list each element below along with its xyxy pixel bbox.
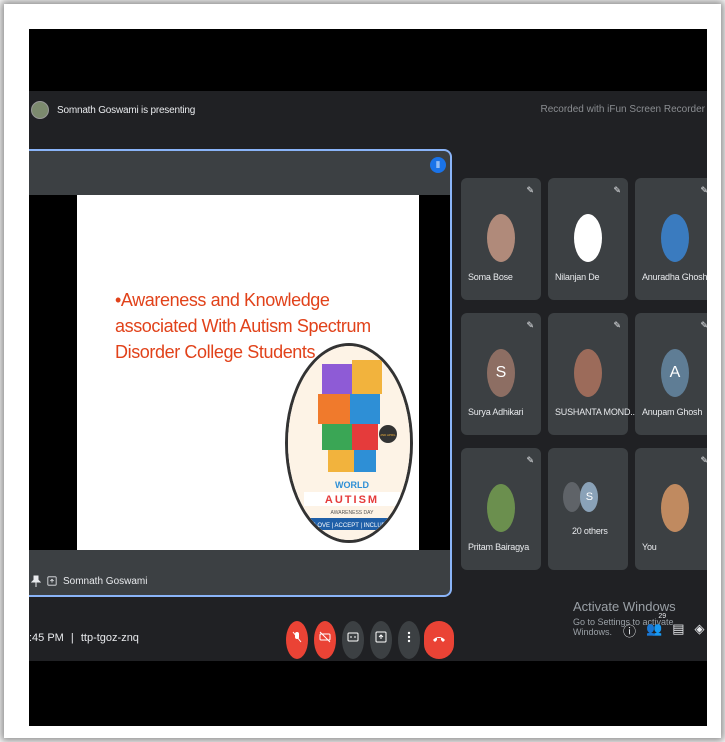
presenter-avatar bbox=[31, 101, 49, 119]
autism-day-logo: WORLD AUTISM AWARENESS DAY LOVE | ACCEPT… bbox=[285, 343, 413, 543]
shared-screen: •Awareness and Knowledge associated With… bbox=[29, 195, 450, 550]
hang-up-icon bbox=[433, 637, 445, 642]
mic-off-icon: ✎ bbox=[526, 185, 534, 195]
speaking-indicator-icon: ⦀ bbox=[430, 157, 446, 173]
mic-off-icon: ✎ bbox=[700, 185, 707, 195]
mic-off-icon bbox=[292, 631, 302, 643]
mic-off-icon: ✎ bbox=[700, 455, 707, 465]
avatar bbox=[574, 214, 602, 262]
presentation-stage[interactable]: ⦀ •Awareness and Knowledge associated Wi… bbox=[29, 149, 452, 597]
puzzle-logo-icon: WORLD AUTISM AWARENESS DAY LOVE | ACCEPT… bbox=[288, 346, 410, 540]
mic-off-icon: ✎ bbox=[613, 320, 621, 330]
participant-name: Surya Adhikari bbox=[468, 407, 524, 417]
avatar bbox=[661, 214, 689, 262]
slide-line-1: •Awareness and Knowledge bbox=[115, 290, 330, 310]
meet-window: Somnath Goswami is presenting Recorded w… bbox=[29, 29, 707, 726]
mic-off-icon: ✎ bbox=[700, 320, 707, 330]
participant-name: Anupam Ghosh bbox=[642, 407, 703, 417]
participant-tile[interactable]: ✎ SUSHANTA MOND... bbox=[548, 313, 637, 435]
control-bar: :45 PM | ttp-tgoz-znq Activate Windows G… bbox=[29, 599, 707, 695]
avatar bbox=[487, 484, 515, 532]
present-screen-icon bbox=[47, 576, 57, 586]
captions-icon bbox=[347, 632, 359, 642]
presenting-label: Somnath Goswami is presenting bbox=[57, 104, 196, 116]
camera-off-icon bbox=[319, 631, 331, 643]
avatar bbox=[562, 482, 581, 512]
captions-button[interactable] bbox=[342, 621, 364, 659]
more-vert-icon bbox=[407, 631, 411, 643]
logo-date-tag: 2ND APRIL bbox=[380, 433, 396, 437]
mic-off-icon: ✎ bbox=[526, 455, 534, 465]
clock-time: :45 PM bbox=[29, 632, 64, 644]
people-count: 29 bbox=[658, 613, 667, 620]
others-count: 20 others bbox=[572, 526, 608, 536]
present-screen-icon bbox=[375, 631, 387, 643]
mic-toggle-button[interactable] bbox=[286, 621, 308, 659]
more-options-button[interactable] bbox=[398, 621, 420, 659]
participant-tile[interactable]: ✎ Soma Bose bbox=[461, 178, 541, 300]
presenter-footer: Somnath Goswami bbox=[29, 575, 147, 587]
logo-world-text: WORLD bbox=[335, 480, 369, 490]
logo-ribbon-text: LOVE | ACCEPT | INCLUDE bbox=[314, 523, 390, 529]
participant-name: Pritam Bairagya bbox=[468, 542, 530, 552]
avatar: S bbox=[580, 482, 599, 512]
meeting-details: :45 PM | ttp-tgoz-znq bbox=[29, 632, 139, 644]
logo-autism-text: AUTISM bbox=[325, 494, 379, 506]
meet-app: Somnath Goswami is presenting Recorded w… bbox=[29, 91, 707, 661]
mic-off-icon: ✎ bbox=[526, 320, 534, 330]
leave-call-button[interactable] bbox=[424, 621, 454, 659]
participant-name: Nilanjan De bbox=[555, 272, 600, 282]
activities-icon[interactable]: ◈ bbox=[695, 621, 705, 640]
recorder-watermark: Recorded with iFun Screen Recorder bbox=[540, 104, 705, 115]
logo-awareness-text: AWARENESS DAY bbox=[331, 510, 375, 516]
chat-icon[interactable]: ▤ bbox=[672, 621, 684, 640]
participant-name: Soma Bose bbox=[468, 272, 513, 282]
avatar: S bbox=[487, 349, 515, 397]
activate-title: Activate Windows bbox=[573, 599, 676, 614]
side-panel-buttons: ⓘ 👥 29 ▤ ◈ bbox=[623, 613, 705, 640]
meeting-code: ttp-tgoz-znq bbox=[80, 632, 139, 644]
participant-tile[interactable]: ✎ Pritam Bairagya bbox=[461, 448, 541, 570]
self-tile[interactable]: ✎ You bbox=[635, 448, 707, 570]
avatar bbox=[661, 484, 689, 532]
separator: | bbox=[70, 632, 74, 644]
presentation-slide: •Awareness and Knowledge associated With… bbox=[77, 195, 419, 550]
presenter-name: Somnath Goswami bbox=[63, 575, 148, 587]
avatar: A bbox=[661, 349, 689, 397]
camera-toggle-button[interactable] bbox=[314, 621, 336, 659]
participant-tile[interactable]: ✎ S Surya Adhikari bbox=[461, 313, 541, 435]
participant-name: Anuradha Ghosh bbox=[642, 272, 707, 282]
participant-tile[interactable]: ✎ Nilanjan De bbox=[548, 178, 628, 300]
participant-name: You bbox=[642, 542, 657, 552]
others-tile[interactable]: S 20 others bbox=[548, 448, 628, 570]
mic-off-icon: ✎ bbox=[613, 185, 621, 195]
participant-tile[interactable]: ✎ Anuradha Ghosh bbox=[635, 178, 707, 300]
screenshot-frame: Somnath Goswami is presenting Recorded w… bbox=[4, 4, 721, 738]
present-now-button[interactable] bbox=[370, 621, 392, 659]
participant-tile[interactable]: ✎ A Anupam Ghosh bbox=[635, 313, 707, 435]
pin-icon[interactable] bbox=[31, 575, 41, 587]
participant-name: SUSHANTA MOND... bbox=[555, 407, 638, 417]
info-icon[interactable]: ⓘ bbox=[623, 621, 636, 640]
presenting-bar: Somnath Goswami is presenting Recorded w… bbox=[29, 93, 707, 127]
people-icon[interactable]: 👥 29 bbox=[646, 613, 666, 640]
avatar bbox=[487, 214, 515, 262]
slide-line-2: associated With Autism Spectrum bbox=[115, 316, 371, 336]
avatar bbox=[574, 349, 602, 397]
